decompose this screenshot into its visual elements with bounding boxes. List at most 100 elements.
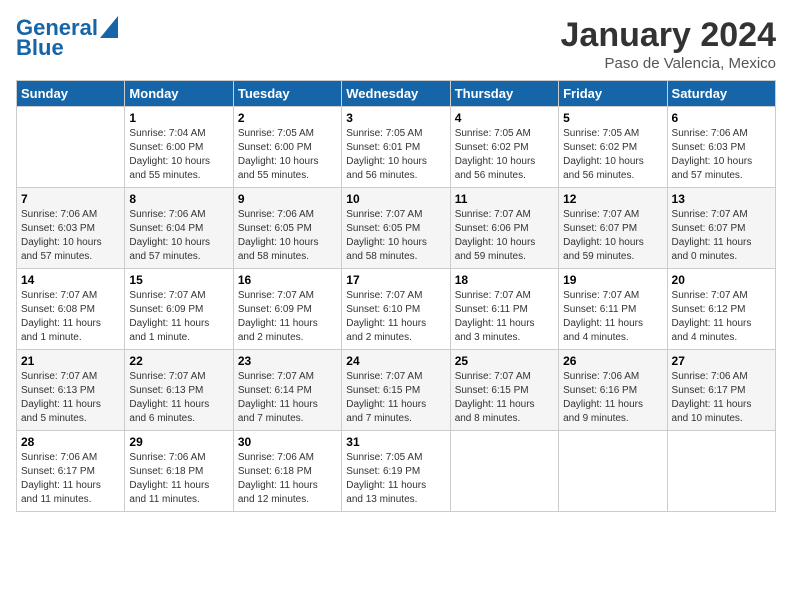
weekday-header-friday: Friday — [559, 81, 667, 107]
table-row: 14Sunrise: 7:07 AM Sunset: 6:08 PM Dayli… — [17, 269, 125, 350]
day-number: 27 — [672, 354, 771, 368]
day-number: 9 — [238, 192, 337, 206]
day-number: 8 — [129, 192, 228, 206]
table-row: 21 Sunrise: 7:07 AM Sunset: 6:13 PM Dayli… — [17, 350, 125, 431]
table-row: 5 Sunrise: 7:05 AM Sunset: 6:02 PM Daylig… — [559, 107, 667, 188]
table-row — [450, 431, 558, 512]
day-number: 3 — [346, 111, 445, 125]
table-row: 23 Sunrise: 7:07 AM Sunset: 6:14 PM Dayli… — [233, 350, 341, 431]
day-number: 15 — [129, 273, 228, 287]
day-number: 2 — [238, 111, 337, 125]
day-info: Sunrise: 7:07 AM Sunset: 6:15 PM Dayligh… — [455, 370, 554, 426]
table-row — [17, 107, 125, 188]
table-row: 25 Sunrise: 7:07 AM Sunset: 6:15 PM Dayli… — [450, 350, 558, 431]
day-info: Sunrise: 7:07 AM Sunset: 6:09 PM Dayligh… — [238, 289, 337, 345]
location: Paso de Valencia, Mexico — [561, 55, 777, 72]
table-row: 22 Sunrise: 7:07 AM Sunset: 6:13 PM Dayli… — [125, 350, 233, 431]
table-row: 8Sunrise: 7:06 AM Sunset: 6:04 PM Daylig… — [125, 188, 233, 269]
weekday-header-tuesday: Tuesday — [233, 81, 341, 107]
logo: General Blue — [16, 16, 118, 60]
day-info: Sunrise: 7:05 AM Sunset: 6:02 PM Dayligh… — [455, 127, 554, 183]
day-number: 6 — [672, 111, 771, 125]
day-info: Sunrise: 7:07 AM Sunset: 6:05 PM Dayligh… — [346, 208, 445, 264]
day-info: Sunrise: 7:06 AM Sunset: 6:05 PM Dayligh… — [238, 208, 337, 264]
table-row: 16 Sunrise: 7:07 AM Sunset: 6:09 PM Dayli… — [233, 269, 341, 350]
day-info: Sunrise: 7:07 AM Sunset: 6:15 PM Dayligh… — [346, 370, 445, 426]
calendar-table: SundayMondayTuesdayWednesdayThursdayFrid… — [16, 80, 776, 512]
day-info: Sunrise: 7:07 AM Sunset: 6:06 PM Dayligh… — [455, 208, 554, 264]
day-info: Sunrise: 7:07 AM Sunset: 6:13 PM Dayligh… — [129, 370, 228, 426]
day-info: Sunrise: 7:05 AM Sunset: 6:19 PM Dayligh… — [346, 451, 445, 507]
day-info: Sunrise: 7:07 AM Sunset: 6:08 PM Dayligh… — [21, 289, 120, 345]
month-title: January 2024 — [561, 16, 777, 55]
day-info: Sunrise: 7:06 AM Sunset: 6:03 PM Dayligh… — [672, 127, 771, 183]
weekday-header-wednesday: Wednesday — [342, 81, 450, 107]
day-info: Sunrise: 7:04 AM Sunset: 6:00 PM Dayligh… — [129, 127, 228, 183]
table-row — [667, 431, 775, 512]
logo-arrow-icon — [100, 16, 118, 38]
table-row: 15 Sunrise: 7:07 AM Sunset: 6:09 PM Dayli… — [125, 269, 233, 350]
day-info: Sunrise: 7:06 AM Sunset: 6:17 PM Dayligh… — [21, 451, 120, 507]
day-number: 25 — [455, 354, 554, 368]
day-info: Sunrise: 7:06 AM Sunset: 6:16 PM Dayligh… — [563, 370, 662, 426]
day-number: 17 — [346, 273, 445, 287]
day-info: Sunrise: 7:06 AM Sunset: 6:18 PM Dayligh… — [129, 451, 228, 507]
day-info: Sunrise: 7:07 AM Sunset: 6:14 PM Dayligh… — [238, 370, 337, 426]
weekday-header-monday: Monday — [125, 81, 233, 107]
table-row: 30 Sunrise: 7:06 AM Sunset: 6:18 PM Dayli… — [233, 431, 341, 512]
day-info: Sunrise: 7:06 AM Sunset: 6:17 PM Dayligh… — [672, 370, 771, 426]
day-info: Sunrise: 7:07 AM Sunset: 6:09 PM Dayligh… — [129, 289, 228, 345]
day-number: 10 — [346, 192, 445, 206]
table-row: 24 Sunrise: 7:07 AM Sunset: 6:15 PM Dayli… — [342, 350, 450, 431]
table-row: 31 Sunrise: 7:05 AM Sunset: 6:19 PM Dayli… — [342, 431, 450, 512]
day-number: 28 — [21, 435, 120, 449]
table-row: 12Sunrise: 7:07 AM Sunset: 6:07 PM Dayli… — [559, 188, 667, 269]
table-row: 26 Sunrise: 7:06 AM Sunset: 6:16 PM Dayli… — [559, 350, 667, 431]
table-row: 29 Sunrise: 7:06 AM Sunset: 6:18 PM Dayli… — [125, 431, 233, 512]
day-number: 29 — [129, 435, 228, 449]
day-number: 23 — [238, 354, 337, 368]
day-number: 4 — [455, 111, 554, 125]
day-info: Sunrise: 7:07 AM Sunset: 6:11 PM Dayligh… — [563, 289, 662, 345]
day-number: 22 — [129, 354, 228, 368]
table-row: 4 Sunrise: 7:05 AM Sunset: 6:02 PM Daylig… — [450, 107, 558, 188]
day-number: 19 — [563, 273, 662, 287]
day-number: 21 — [21, 354, 120, 368]
day-number: 1 — [129, 111, 228, 125]
table-row: 20 Sunrise: 7:07 AM Sunset: 6:12 PM Dayli… — [667, 269, 775, 350]
day-number: 24 — [346, 354, 445, 368]
table-row: 18 Sunrise: 7:07 AM Sunset: 6:11 PM Dayli… — [450, 269, 558, 350]
table-row: 11Sunrise: 7:07 AM Sunset: 6:06 PM Dayli… — [450, 188, 558, 269]
day-number: 31 — [346, 435, 445, 449]
day-number: 30 — [238, 435, 337, 449]
day-info: Sunrise: 7:07 AM Sunset: 6:10 PM Dayligh… — [346, 289, 445, 345]
day-number: 13 — [672, 192, 771, 206]
day-info: Sunrise: 7:07 AM Sunset: 6:12 PM Dayligh… — [672, 289, 771, 345]
calendar-header: SundayMondayTuesdayWednesdayThursdayFrid… — [17, 81, 776, 107]
table-row: 17 Sunrise: 7:07 AM Sunset: 6:10 PM Dayli… — [342, 269, 450, 350]
table-row: 2Sunrise: 7:05 AM Sunset: 6:00 PM Daylig… — [233, 107, 341, 188]
table-row: 3 Sunrise: 7:05 AM Sunset: 6:01 PM Daylig… — [342, 107, 450, 188]
day-info: Sunrise: 7:07 AM Sunset: 6:07 PM Dayligh… — [563, 208, 662, 264]
day-info: Sunrise: 7:07 AM Sunset: 6:13 PM Dayligh… — [21, 370, 120, 426]
day-number: 5 — [563, 111, 662, 125]
table-row: 13Sunrise: 7:07 AM Sunset: 6:07 PM Dayli… — [667, 188, 775, 269]
table-row: 6 Sunrise: 7:06 AM Sunset: 6:03 PM Daylig… — [667, 107, 775, 188]
day-info: Sunrise: 7:06 AM Sunset: 6:03 PM Dayligh… — [21, 208, 120, 264]
day-number: 16 — [238, 273, 337, 287]
weekday-header-saturday: Saturday — [667, 81, 775, 107]
day-number: 20 — [672, 273, 771, 287]
day-info: Sunrise: 7:05 AM Sunset: 6:02 PM Dayligh… — [563, 127, 662, 183]
weekday-header-sunday: Sunday — [17, 81, 125, 107]
day-number: 18 — [455, 273, 554, 287]
table-row — [559, 431, 667, 512]
day-info: Sunrise: 7:06 AM Sunset: 6:18 PM Dayligh… — [238, 451, 337, 507]
day-number: 26 — [563, 354, 662, 368]
day-number: 7 — [21, 192, 120, 206]
day-info: Sunrise: 7:05 AM Sunset: 6:01 PM Dayligh… — [346, 127, 445, 183]
table-row: 19 Sunrise: 7:07 AM Sunset: 6:11 PM Dayli… — [559, 269, 667, 350]
table-row: 7 Sunrise: 7:06 AM Sunset: 6:03 PM Daylig… — [17, 188, 125, 269]
table-row: 1 Sunrise: 7:04 AM Sunset: 6:00 PM Daylig… — [125, 107, 233, 188]
day-info: Sunrise: 7:07 AM Sunset: 6:11 PM Dayligh… — [455, 289, 554, 345]
table-row: 10 Sunrise: 7:07 AM Sunset: 6:05 PM Dayli… — [342, 188, 450, 269]
